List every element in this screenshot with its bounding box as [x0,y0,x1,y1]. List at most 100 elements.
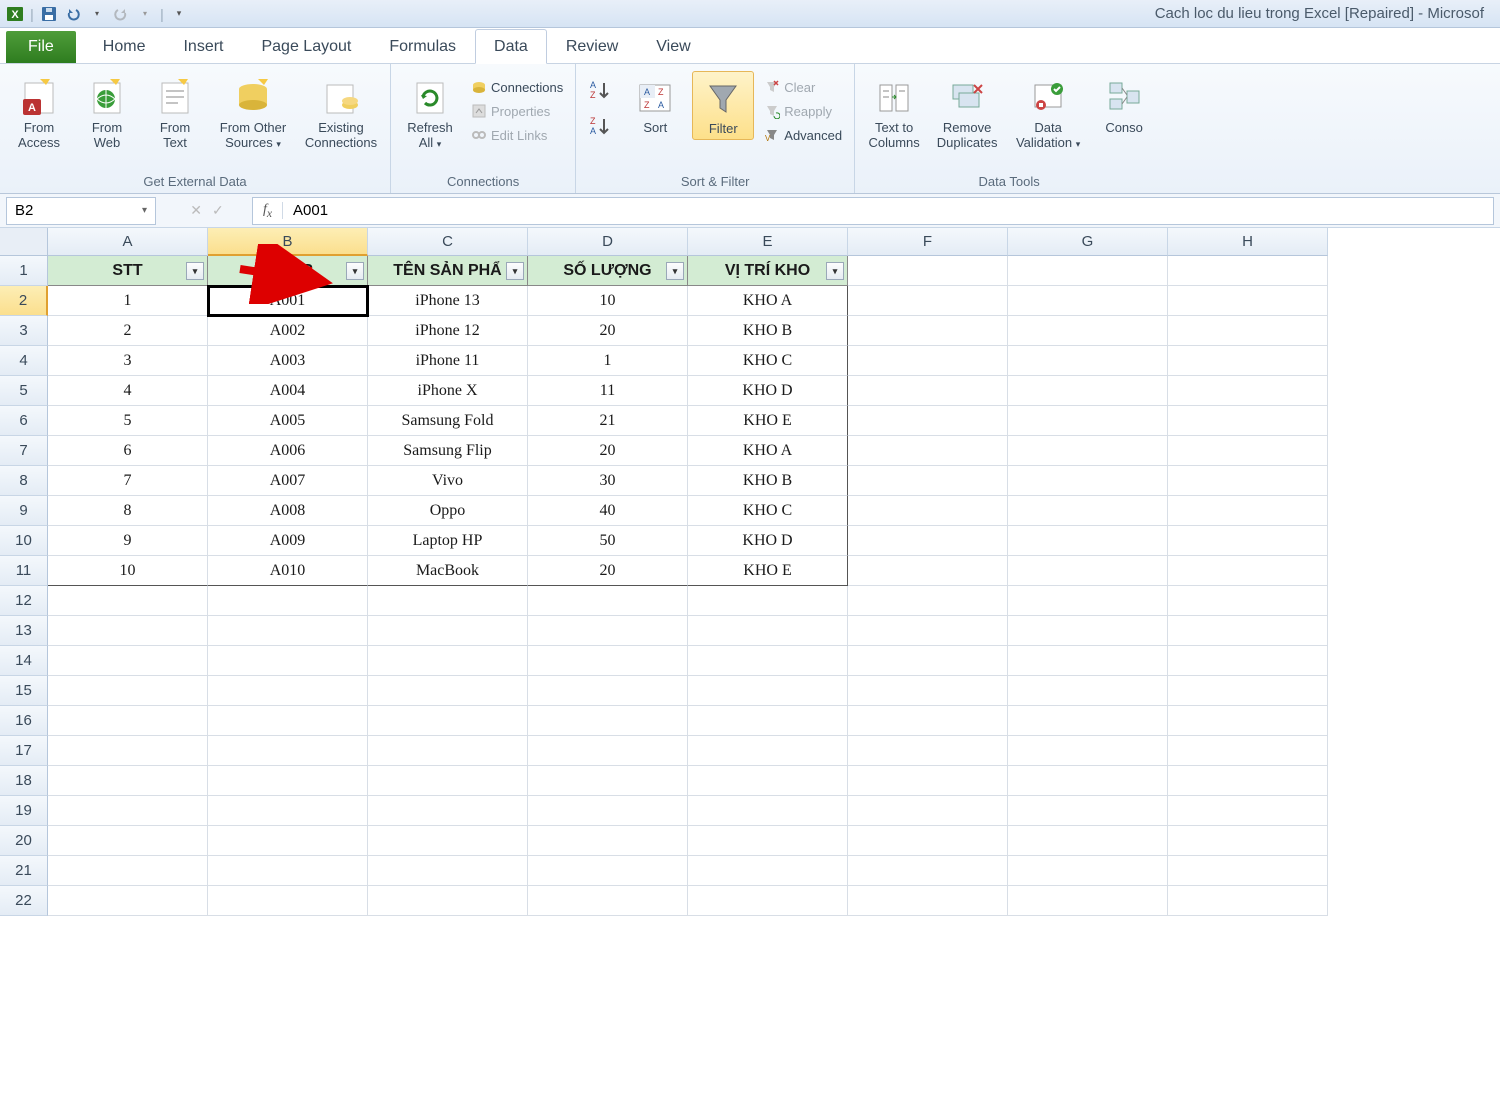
cell[interactable]: iPhone 13 [368,286,528,316]
cell[interactable]: 2 [48,316,208,346]
cell[interactable]: iPhone 12 [368,316,528,346]
tab-home[interactable]: Home [84,29,165,63]
column-header[interactable]: E [688,228,848,256]
cell[interactable] [1008,346,1168,376]
row-header[interactable]: 22 [0,886,48,916]
filter-dropdown-icon[interactable]: ▾ [506,262,524,280]
cell[interactable] [208,886,368,916]
cell[interactable]: 50 [528,526,688,556]
cell[interactable]: VỊ TRÍ KHO▾ [688,256,848,286]
cell[interactable] [48,706,208,736]
cell[interactable]: 11 [528,376,688,406]
cell[interactable] [1168,436,1328,466]
cell[interactable] [48,826,208,856]
cell[interactable] [848,316,1008,346]
cell[interactable]: KHO C [688,496,848,526]
cell[interactable] [368,616,528,646]
cell[interactable] [528,616,688,646]
cell[interactable] [688,586,848,616]
cell[interactable]: STT▾ [48,256,208,286]
consolidate-button[interactable]: Conso [1093,71,1155,138]
cell[interactable]: 5 [48,406,208,436]
cell[interactable] [1168,616,1328,646]
cell[interactable]: 20 [528,436,688,466]
row-header[interactable]: 9 [0,496,48,526]
cell[interactable]: 20 [528,556,688,586]
cell[interactable]: 1 [528,346,688,376]
filter-button[interactable]: Filter [692,71,754,140]
cell[interactable] [848,406,1008,436]
cell[interactable] [368,826,528,856]
cell[interactable] [208,796,368,826]
qat-customize-icon[interactable]: ▾ [170,5,188,23]
cell[interactable] [1168,856,1328,886]
cell[interactable] [368,736,528,766]
cell[interactable] [848,586,1008,616]
cell[interactable]: KHO E [688,406,848,436]
column-header[interactable]: A [48,228,208,256]
cell[interactable] [688,886,848,916]
tab-page-layout[interactable]: Page Layout [242,29,370,63]
cell[interactable] [688,826,848,856]
cell[interactable] [48,646,208,676]
row-header[interactable]: 19 [0,796,48,826]
cell[interactable] [48,796,208,826]
row-header[interactable]: 21 [0,856,48,886]
cell[interactable] [48,856,208,886]
row-header[interactable]: 12 [0,586,48,616]
cell[interactable]: SỐ LƯỢNG▾ [528,256,688,286]
row-header[interactable]: 6 [0,406,48,436]
cell[interactable]: 7 [48,466,208,496]
cell[interactable]: 30 [528,466,688,496]
cell[interactable]: Laptop HP [368,526,528,556]
cell[interactable] [1008,316,1168,346]
cell[interactable]: KHO D [688,376,848,406]
row-header[interactable]: 1 [0,256,48,286]
formula-input[interactable]: A001 [283,202,1493,219]
filter-dropdown-icon[interactable]: ▾ [186,262,204,280]
cell[interactable]: 21 [528,406,688,436]
remove-duplicates-button[interactable]: Remove Duplicates [931,71,1003,153]
cell[interactable]: KHO B [688,466,848,496]
cell[interactable] [1008,526,1168,556]
cell[interactable]: KHO A [688,286,848,316]
cell[interactable]: 9 [48,526,208,556]
formula-bar[interactable]: fx A001 [252,197,1494,225]
cell[interactable] [688,856,848,886]
row-header[interactable]: 16 [0,706,48,736]
cell[interactable] [848,376,1008,406]
cell[interactable] [1168,406,1328,436]
cell[interactable] [368,856,528,886]
row-header[interactable]: 15 [0,676,48,706]
worksheet-grid[interactable]: ABCDEFGH1STT▾MÃ SP▾TÊN SẢN PHẨ▾SỐ LƯỢNG▾… [0,228,1500,916]
cell[interactable] [368,586,528,616]
cell[interactable] [368,676,528,706]
cell[interactable] [848,676,1008,706]
cell[interactable] [848,886,1008,916]
name-box[interactable]: B2 ▾ [6,197,156,225]
cell[interactable]: A004 [208,376,368,406]
cell[interactable] [1008,826,1168,856]
cell[interactable]: 40 [528,496,688,526]
cell[interactable] [848,466,1008,496]
cell[interactable] [1008,796,1168,826]
cell[interactable] [1008,376,1168,406]
cell[interactable] [848,526,1008,556]
undo-icon[interactable] [64,5,82,23]
cell[interactable] [368,646,528,676]
cell[interactable] [208,766,368,796]
row-header[interactable]: 13 [0,616,48,646]
cell[interactable]: A006 [208,436,368,466]
sort-za-button[interactable]: ZA [584,113,618,139]
cell[interactable] [1008,676,1168,706]
cell[interactable]: KHO B [688,316,848,346]
cell[interactable] [368,886,528,916]
cell[interactable] [1008,736,1168,766]
cell[interactable] [1168,736,1328,766]
existing-connections-button[interactable]: Existing Connections [300,71,382,153]
sort-button[interactable]: AZZA Sort [624,71,686,138]
cell[interactable] [848,286,1008,316]
cell[interactable] [208,856,368,886]
cell[interactable] [1168,826,1328,856]
row-header[interactable]: 3 [0,316,48,346]
